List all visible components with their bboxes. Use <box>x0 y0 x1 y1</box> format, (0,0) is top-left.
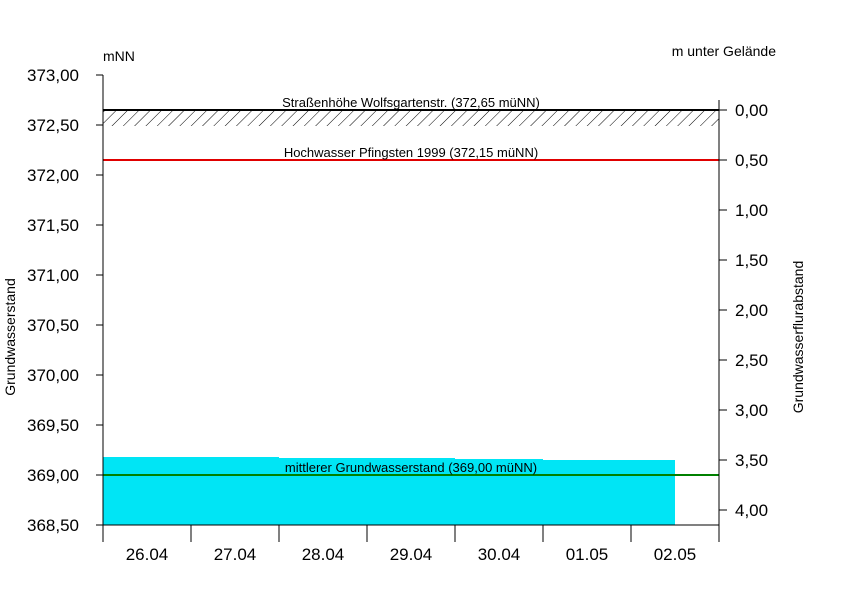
y-tick-label: 371,50 <box>27 216 79 235</box>
x-tick-label: 27.04 <box>214 545 257 564</box>
y-tick-label: 371,00 <box>27 266 79 285</box>
reference-label-1: Hochwasser Pfingsten 1999 (372,15 müNN) <box>284 145 538 160</box>
reference-label-0: Straßenhöhe Wolfsgartenstr. (372,65 müNN… <box>282 95 540 110</box>
y-tick-label: 372,50 <box>27 116 79 135</box>
right-tick-label: 2,50 <box>735 351 768 370</box>
right-tick-label: 4,00 <box>735 501 768 520</box>
y-tick-label: 370,50 <box>27 316 79 335</box>
right-unit-label: m unter Gelände <box>672 43 776 59</box>
left-unit-label: mNN <box>103 48 135 64</box>
x-tick-label: 30.04 <box>478 545 521 564</box>
x-tick-label: 29.04 <box>390 545 433 564</box>
y-tick-label: 368,50 <box>27 516 79 535</box>
groundwater-chart: Straßenhöhe Wolfsgartenstr. (372,65 müNN… <box>2 43 806 564</box>
reference-label-2: mittlerer Grundwasserstand (369,00 müNN) <box>285 460 537 475</box>
y-tick-label: 370,00 <box>27 366 79 385</box>
x-tick-label: 02.05 <box>654 545 697 564</box>
x-tick-label: 01.05 <box>566 545 609 564</box>
right-tick-label: 3,00 <box>735 401 768 420</box>
y-tick-label: 372,00 <box>27 166 79 185</box>
y-tick-label: 373,00 <box>27 66 79 85</box>
y-axis-label-right: Grundwasserflurabstand <box>790 261 806 414</box>
right-tick-label: 3,50 <box>735 451 768 470</box>
x-tick-label: 26.04 <box>126 545 169 564</box>
y-axis-label-left: Grundwasserstand <box>2 278 18 396</box>
right-tick-label: 0,50 <box>735 151 768 170</box>
x-tick-label: 28.04 <box>302 545 345 564</box>
y-tick-label: 369,50 <box>27 416 79 435</box>
right-tick-label: 2,00 <box>735 301 768 320</box>
right-tick-label: 1,50 <box>735 251 768 270</box>
right-tick-label: 0,00 <box>735 101 768 120</box>
street-level-hatch <box>103 110 719 126</box>
y-tick-label: 369,00 <box>27 466 79 485</box>
right-tick-label: 1,00 <box>735 201 768 220</box>
